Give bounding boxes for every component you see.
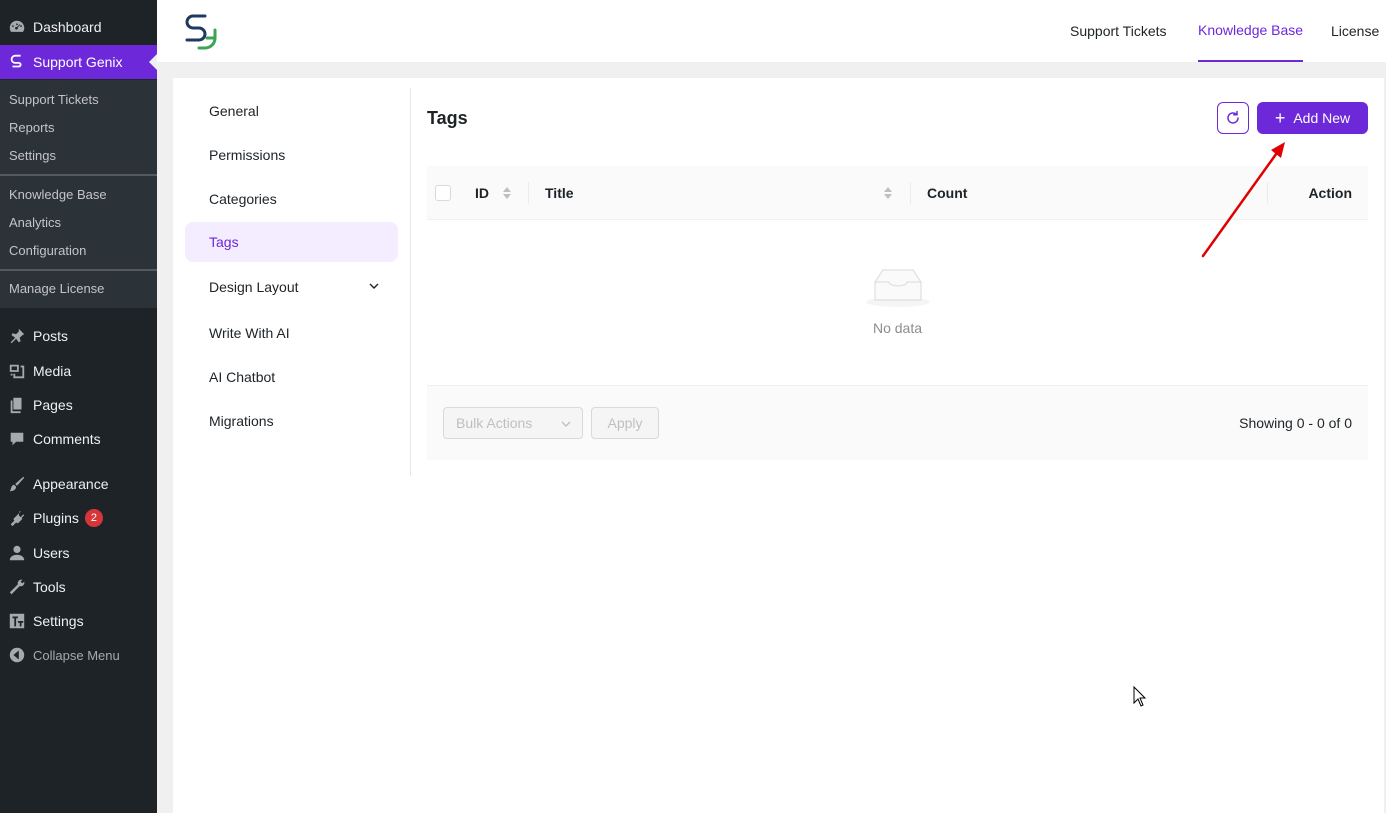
pagination-summary: Showing 0 - 0 of 0 bbox=[1239, 415, 1352, 431]
paintbrush-icon bbox=[0, 467, 33, 501]
wp-admin-sidebar: Dashboard Support Genix Support Tickets … bbox=[0, 0, 157, 813]
menu-posts[interactable]: Posts bbox=[0, 319, 157, 353]
settings-nav-migrations[interactable]: Migrations bbox=[185, 401, 398, 441]
table-header: ID Title Count Action bbox=[427, 166, 1368, 220]
plugins-update-badge: 2 bbox=[84, 509, 103, 527]
column-header-action: Action bbox=[1308, 185, 1352, 201]
submenu-analytics[interactable]: Analytics bbox=[9, 215, 61, 230]
settings-nav-design-layout[interactable]: Design Layout bbox=[185, 267, 398, 307]
chevron-down-icon bbox=[561, 421, 571, 427]
column-divider bbox=[910, 182, 911, 204]
submenu-manage-license[interactable]: Manage License bbox=[9, 281, 104, 296]
menu-tools[interactable]: Tools bbox=[0, 570, 157, 604]
menu-users[interactable]: Users bbox=[0, 536, 157, 570]
submenu-settings[interactable]: Settings bbox=[9, 148, 56, 163]
menu-tools-label: Tools bbox=[33, 579, 66, 595]
topnav-support-tickets[interactable]: Support Tickets bbox=[1070, 0, 1167, 62]
menu-media[interactable]: Media bbox=[0, 354, 157, 388]
column-header-id[interactable]: ID bbox=[475, 185, 489, 201]
submenu-divider bbox=[0, 269, 157, 271]
settings-nav-tags[interactable]: Tags bbox=[185, 222, 398, 262]
refresh-button[interactable] bbox=[1217, 102, 1249, 134]
refresh-icon bbox=[1227, 110, 1239, 124]
settings-card: General Permissions Categories Tags Desi… bbox=[173, 78, 1384, 813]
support-genix-submenu: Support Tickets Reports Settings Knowled… bbox=[0, 80, 157, 308]
collapse-menu-label: Collapse Menu bbox=[33, 647, 120, 663]
wrench-icon bbox=[0, 570, 33, 604]
settings-nav-general[interactable]: General bbox=[185, 91, 398, 131]
column-divider bbox=[528, 182, 529, 204]
support-genix-icon bbox=[0, 45, 33, 79]
settings-icon bbox=[0, 604, 33, 638]
add-new-button[interactable]: + Add New bbox=[1257, 102, 1368, 134]
menu-settings-label: Settings bbox=[33, 613, 84, 629]
bulk-actions-select[interactable]: Bulk Actions bbox=[443, 407, 583, 439]
topnav-knowledge-base[interactable]: Knowledge Base bbox=[1198, 0, 1304, 62]
tags-table: ID Title Count Action No data Bulk Actio… bbox=[427, 166, 1368, 460]
empty-state: No data bbox=[427, 220, 1368, 386]
submenu-configuration[interactable]: Configuration bbox=[9, 243, 86, 258]
column-header-count: Count bbox=[927, 185, 968, 201]
menu-settings[interactable]: Settings bbox=[0, 604, 157, 638]
menu-pages-label: Pages bbox=[33, 397, 73, 413]
menu-appearance[interactable]: Appearance bbox=[0, 467, 157, 501]
dashboard-icon bbox=[0, 10, 33, 44]
menu-pages[interactable]: Pages bbox=[0, 388, 157, 422]
select-all-checkbox[interactable] bbox=[435, 185, 451, 201]
empty-state-text: No data bbox=[872, 320, 923, 336]
page-title: Tags bbox=[427, 108, 468, 128]
plus-icon: + bbox=[1274, 108, 1286, 128]
menu-dashboard[interactable]: Dashboard bbox=[0, 10, 157, 44]
sort-icon[interactable] bbox=[502, 186, 512, 200]
settings-nav-ai-chatbot[interactable]: AI Chatbot bbox=[185, 357, 398, 397]
settings-nav-categories[interactable]: Categories bbox=[185, 179, 398, 219]
column-divider bbox=[1267, 182, 1268, 204]
collapse-icon bbox=[0, 638, 33, 672]
apply-button[interactable]: Apply bbox=[591, 407, 659, 439]
submenu-knowledge-base[interactable]: Knowledge Base bbox=[9, 187, 107, 202]
sort-icon[interactable] bbox=[883, 186, 893, 200]
plugin-header: Support Tickets Knowledge Base License bbox=[157, 0, 1386, 62]
collapse-menu-button[interactable]: Collapse Menu bbox=[0, 638, 157, 672]
menu-appearance-label: Appearance bbox=[33, 476, 109, 492]
pin-icon bbox=[0, 319, 33, 353]
chevron-down-icon bbox=[369, 283, 379, 289]
menu-users-label: Users bbox=[33, 545, 70, 561]
support-genix-logo bbox=[185, 14, 217, 50]
plugin-icon bbox=[0, 501, 33, 535]
settings-nav-design-layout-label: Design Layout bbox=[209, 279, 299, 295]
table-footer: Bulk Actions Apply Showing 0 - 0 of 0 bbox=[427, 386, 1368, 460]
menu-comments-label: Comments bbox=[33, 431, 101, 447]
menu-plugins[interactable]: Plugins 2 bbox=[0, 501, 157, 535]
menu-support-genix[interactable]: Support Genix bbox=[0, 45, 157, 79]
bulk-actions-placeholder: Bulk Actions bbox=[456, 415, 533, 431]
topnav-license[interactable]: License bbox=[1331, 0, 1379, 62]
pages-icon bbox=[0, 388, 33, 422]
add-new-label: Add New bbox=[1293, 110, 1351, 126]
submenu-divider bbox=[0, 174, 157, 176]
comment-icon bbox=[0, 422, 33, 456]
submenu-reports[interactable]: Reports bbox=[9, 120, 55, 135]
menu-support-genix-label: Support Genix bbox=[33, 54, 123, 70]
column-header-title[interactable]: Title bbox=[545, 185, 574, 201]
media-icon bbox=[0, 354, 33, 388]
empty-inbox-icon bbox=[866, 269, 930, 307]
settings-nav-write-with-ai[interactable]: Write With AI bbox=[185, 313, 398, 353]
settings-nav-permissions[interactable]: Permissions bbox=[185, 135, 398, 175]
mouse-cursor-icon bbox=[1133, 686, 1147, 707]
menu-comments[interactable]: Comments bbox=[0, 422, 157, 456]
menu-plugins-label: Plugins bbox=[33, 510, 79, 526]
menu-dashboard-label: Dashboard bbox=[33, 19, 102, 35]
user-icon bbox=[0, 536, 33, 570]
menu-media-label: Media bbox=[33, 363, 72, 379]
menu-posts-label: Posts bbox=[33, 328, 69, 344]
settings-nav: General Permissions Categories Tags Desi… bbox=[185, 88, 411, 476]
submenu-support-tickets[interactable]: Support Tickets bbox=[9, 92, 99, 107]
